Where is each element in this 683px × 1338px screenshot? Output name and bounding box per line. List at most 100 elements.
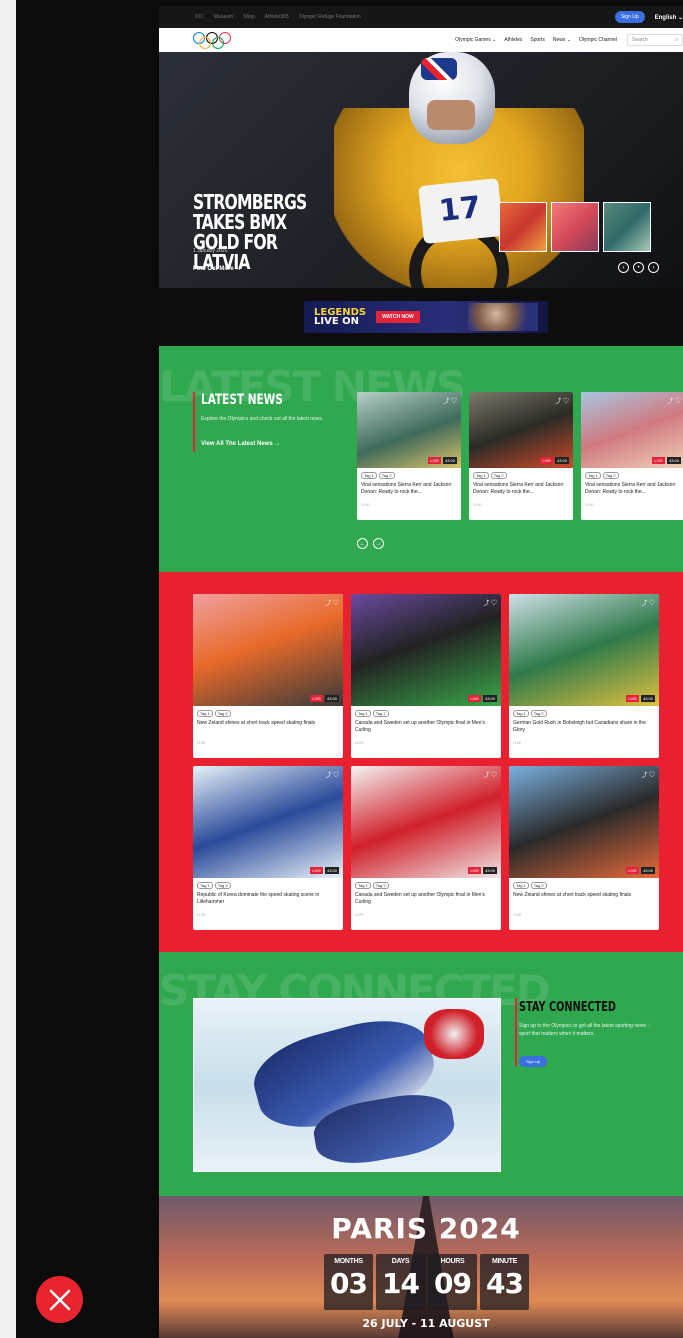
tag-chip[interactable]: Tag 1 xyxy=(361,472,377,479)
news-card-meta: LIVE xyxy=(197,912,206,917)
news-card-text: Viral sensations Sierra Kerr and Jackson… xyxy=(361,482,452,495)
nav-news[interactable]: News ⌄ xyxy=(553,37,571,43)
nav-olympic-games[interactable]: Olympic Games ⌄ xyxy=(455,37,496,43)
olympic-rings-logo[interactable] xyxy=(193,31,235,49)
share-heart-icons[interactable]: ⤴ ♡ xyxy=(555,396,569,405)
tag-chip[interactable]: Tag 2 xyxy=(530,882,547,889)
share-heart-icons[interactable]: ⤴ ♡ xyxy=(325,598,339,607)
share-heart-icons[interactable]: ⤴ ♡ xyxy=(443,396,457,405)
nav-olympic-channel[interactable]: Olympic Channel xyxy=(579,37,617,43)
tag-chip[interactable]: Tag 1 xyxy=(585,472,601,479)
countdown-hours: HOURS 09 xyxy=(428,1254,477,1310)
news-card[interactable]: ⤴ ♡ LIVE 43:00 Tag 1 Tag 2 Republic of Kor… xyxy=(193,766,343,930)
tag-chip[interactable]: Tag 2 xyxy=(490,472,507,479)
tag-chip[interactable]: Tag 1 xyxy=(473,472,489,479)
tag-chip[interactable]: Tag 2 xyxy=(372,882,389,889)
tag-chip[interactable]: Tag 2 xyxy=(214,882,231,889)
language-selector[interactable]: English ⌄ xyxy=(655,14,683,21)
next-arrow-icon[interactable]: › xyxy=(648,262,659,273)
close-icon[interactable] xyxy=(36,1276,83,1323)
duration-badge: 43:00 xyxy=(324,695,339,702)
legends-live-on-banner[interactable]: LEGENDS LIVE ON WATCH NOW xyxy=(304,301,548,333)
news-card[interactable]: ⤴ ♡ LIVE 43:00 Tag 1 Tag 2 Canada and Swed… xyxy=(351,766,501,930)
news-card-text: New Zeland shines at short track speed s… xyxy=(513,892,632,898)
tag-chip[interactable]: Tag 1 xyxy=(197,882,213,889)
news-card-image: ⤴ ♡ LIVE 43:00 xyxy=(469,392,573,468)
carousel-next-icon[interactable]: → xyxy=(373,538,384,549)
news-card[interactable]: ⤴ ♡ LIVE 43:00 Tag 1 Tag 2 Canada and Swed… xyxy=(351,594,501,758)
legends-athlete-photo xyxy=(468,303,538,331)
hero-thumb-2[interactable] xyxy=(551,202,599,252)
hero-thumb-1[interactable] xyxy=(499,202,547,252)
nav-sports[interactable]: Sports xyxy=(530,37,544,43)
countdown-timer: MONTHS 03 DAYS 14 HOURS 09 MINUTE 43 xyxy=(324,1254,529,1310)
tag-chip[interactable]: Tag 1 xyxy=(355,710,371,717)
news-card-image: ⤴ ♡ LIVE 43:00 xyxy=(351,594,501,706)
carousel-prev-icon[interactable]: ← xyxy=(357,538,368,549)
tag-chip[interactable]: Tag 1 xyxy=(513,710,529,717)
duration-badge: 43:00 xyxy=(442,457,457,464)
prev-arrow-icon[interactable]: ‹ xyxy=(618,262,629,273)
share-heart-icons[interactable]: ⤴ ♡ xyxy=(325,770,339,779)
live-badge: LIVE xyxy=(468,867,481,874)
latest-news-title: LATEST NEWS xyxy=(201,392,283,408)
duration-badge: 43:00 xyxy=(640,695,655,702)
search-input[interactable]: Search ⌕ xyxy=(627,34,683,46)
tag-chip[interactable]: Tag 2 xyxy=(372,710,389,717)
live-badge: LIVE xyxy=(652,457,665,464)
util-link-ioc[interactable]: IOC xyxy=(195,14,204,20)
pause-icon[interactable]: • xyxy=(633,262,644,273)
find-out-more-link[interactable]: Find Out More → xyxy=(193,266,241,272)
signup-button[interactable]: Sign Up xyxy=(614,11,645,23)
countdown-minutes: MINUTE 43 xyxy=(480,1254,529,1310)
live-badge: LIVE xyxy=(310,867,323,874)
nav-athletes[interactable]: Athletes xyxy=(504,37,522,43)
share-heart-icons[interactable]: ⤴ ♡ xyxy=(641,598,655,607)
tag-chip[interactable]: Tag 2 xyxy=(214,710,231,717)
legends-title: LEGENDS LIVE ON xyxy=(314,307,367,327)
hero-controls: ‹ • › xyxy=(618,262,659,273)
paris-title: PARIS 2024 xyxy=(331,1212,521,1245)
tag-chip[interactable]: Tag 1 xyxy=(197,710,213,717)
news-card-text: Canada and Sweden set up another Olympic… xyxy=(355,892,485,905)
news-card[interactable]: ⤴ ♡ LIVE 43:00 Tag 1 Tag 2 Viral sensation… xyxy=(581,392,683,520)
tag-chip[interactable]: Tag 1 xyxy=(513,882,529,889)
util-link-shop[interactable]: Shop xyxy=(243,14,255,20)
share-heart-icons[interactable]: ⤴ ♡ xyxy=(483,770,497,779)
tag-chip[interactable]: Tag 2 xyxy=(602,472,619,479)
util-link-museum[interactable]: Museum xyxy=(214,14,233,20)
duration-badge: 43:00 xyxy=(666,457,681,464)
view-all-news-link[interactable]: View All The Latest News → xyxy=(201,441,280,447)
hero-banner[interactable]: 17 STROMBERGS TAKES BMX GOLD FOR LATVIA … xyxy=(159,52,683,288)
countdown-months: MONTHS 03 xyxy=(324,1254,373,1310)
news-card-image: ⤴ ♡ LIVE 43:00 xyxy=(193,594,343,706)
share-heart-icons[interactable]: ⤴ ♡ xyxy=(667,396,681,405)
util-link-refuge-foundation[interactable]: Olympic Refuge Foundation xyxy=(299,14,361,20)
share-heart-icons[interactable]: ⤴ ♡ xyxy=(483,598,497,607)
paris-2024-countdown: PARIS 2024 MONTHS 03 DAYS 14 HOURS 09 MI… xyxy=(159,1196,683,1338)
olympics-page: IOC Museum Shop Athlete365 Olympic Refug… xyxy=(159,6,683,1338)
news-card-image: ⤴ ♡ LIVE 43:00 xyxy=(509,766,659,878)
hero-thumb-3[interactable] xyxy=(603,202,651,252)
countdown-days: DAYS 14 xyxy=(376,1254,425,1310)
tag-chip[interactable]: Tag 2 xyxy=(530,710,547,717)
promo-band: LEGENDS LIVE ON WATCH NOW xyxy=(159,288,683,346)
news-card[interactable]: ⤴ ♡ LIVE 43:00 Tag 1 Tag 2 German Gold Rus… xyxy=(509,594,659,758)
news-card[interactable]: ⤴ ♡ LIVE 43:00 Tag 1 Tag 2 Viral sensation… xyxy=(469,392,573,520)
news-card-image: ⤴ ♡ LIVE 43:00 xyxy=(193,766,343,878)
news-card-meta: LIVE xyxy=(473,502,482,507)
paris-dates: 26 JULY - 11 AUGUST xyxy=(362,1317,490,1330)
share-heart-icons[interactable]: ⤴ ♡ xyxy=(641,770,655,779)
main-nav: Olympic Games ⌄ Athletes Sports News ⌄ O… xyxy=(159,28,683,52)
news-card-text: German Gold Rush in Bobsleigh but Canadi… xyxy=(513,720,646,733)
watch-now-button[interactable]: WATCH NOW xyxy=(376,311,420,323)
news-card[interactable]: ⤴ ♡ LIVE 43:00 Tag 1 Tag 2 Viral sensation… xyxy=(357,392,461,520)
news-card[interactable]: ⤴ ♡ LIVE 43:00 Tag 1 Tag 2 New Zeland shin… xyxy=(509,766,659,930)
news-card-image: ⤴ ♡ LIVE 43:00 xyxy=(351,766,501,878)
news-card[interactable]: ⤴ ♡ LIVE 43:00 Tag 1 Tag 2 New Zeland shin… xyxy=(193,594,343,758)
tag-chip[interactable]: Tag 2 xyxy=(378,472,395,479)
tag-chip[interactable]: Tag 1 xyxy=(355,882,371,889)
news-card-image: ⤴ ♡ LIVE 43:00 xyxy=(357,392,461,468)
stay-signup-button[interactable]: Sign Up xyxy=(519,1056,548,1067)
util-link-athlete365[interactable]: Athlete365 xyxy=(265,14,289,20)
